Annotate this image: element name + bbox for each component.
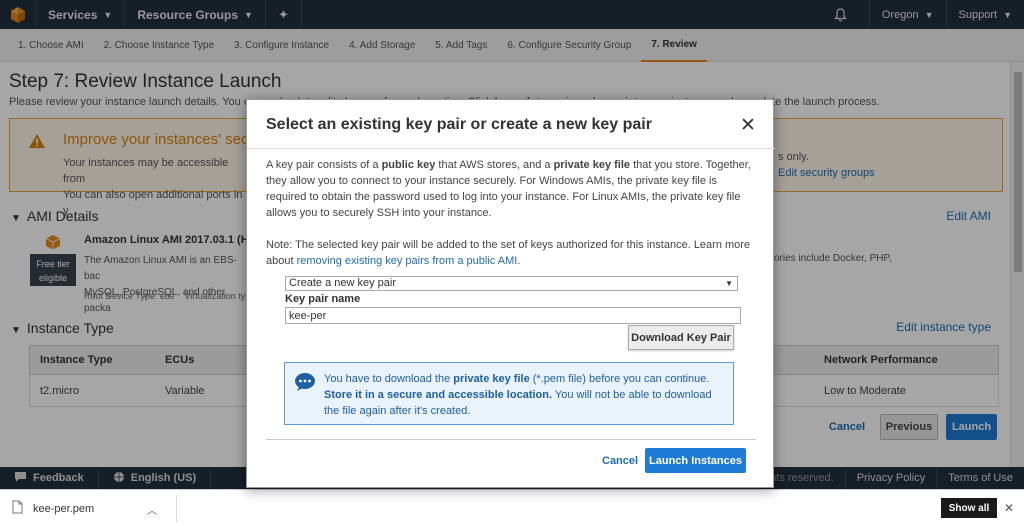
desc-text: that AWS stores, and a bbox=[435, 159, 554, 171]
chat-info-icon bbox=[294, 372, 316, 395]
key-pair-name-input[interactable] bbox=[285, 307, 741, 324]
file-icon bbox=[12, 500, 23, 517]
key-pair-option-select[interactable]: Create a new key pair ▼ bbox=[285, 276, 738, 291]
divider bbox=[266, 439, 756, 440]
modal-header: Select an existing key pair or create a … bbox=[247, 100, 775, 149]
download-bar: kee-per.pem ︿ Show all ✕ bbox=[0, 489, 1024, 526]
divider bbox=[176, 495, 177, 522]
key-pair-description: A key pair consists of a public key that… bbox=[266, 157, 760, 221]
dropdown-arrow-icon: ▼ bbox=[725, 279, 733, 288]
modal-title: Select an existing key pair or create a … bbox=[266, 116, 652, 133]
download-key-pair-button[interactable]: Download Key Pair bbox=[628, 325, 734, 350]
launch-instances-button[interactable]: Launch Instances bbox=[645, 448, 746, 473]
chevron-up-icon[interactable]: ︿ bbox=[147, 502, 157, 517]
info-text-bold: private key file bbox=[453, 373, 530, 385]
key-pair-note: Note: The selected key pair will be adde… bbox=[266, 237, 760, 269]
show-all-button[interactable]: Show all bbox=[941, 498, 997, 518]
key-pair-name-label: Key pair name bbox=[285, 293, 361, 305]
info-text-bold: Store it in a secure and accessible loca… bbox=[324, 389, 553, 401]
downloaded-file-name: kee-per.pem bbox=[33, 502, 95, 515]
info-text: You have to download the private key fil… bbox=[324, 371, 729, 419]
close-icon[interactable]: ✕ bbox=[1004, 501, 1014, 515]
desc-text: A key pair consists of a bbox=[266, 159, 382, 171]
remove-key-pairs-link[interactable]: removing existing key pairs from a publi… bbox=[297, 255, 518, 267]
info-text-part: (*.pem file) before you can continue. bbox=[529, 373, 710, 385]
downloaded-file[interactable]: kee-per.pem bbox=[12, 500, 94, 517]
close-icon[interactable]: ✕ bbox=[740, 114, 756, 137]
modal-cancel-link[interactable]: Cancel bbox=[602, 455, 638, 467]
key-pair-modal: Select an existing key pair or create a … bbox=[246, 99, 775, 488]
select-value: Create a new key pair bbox=[289, 277, 396, 289]
desc-bold: private key file bbox=[553, 159, 631, 171]
desc-bold: public key bbox=[381, 159, 436, 171]
download-info-box: You have to download the private key fil… bbox=[284, 362, 734, 425]
note-text: . bbox=[517, 255, 521, 267]
info-text-part: You have to download the bbox=[324, 373, 454, 385]
